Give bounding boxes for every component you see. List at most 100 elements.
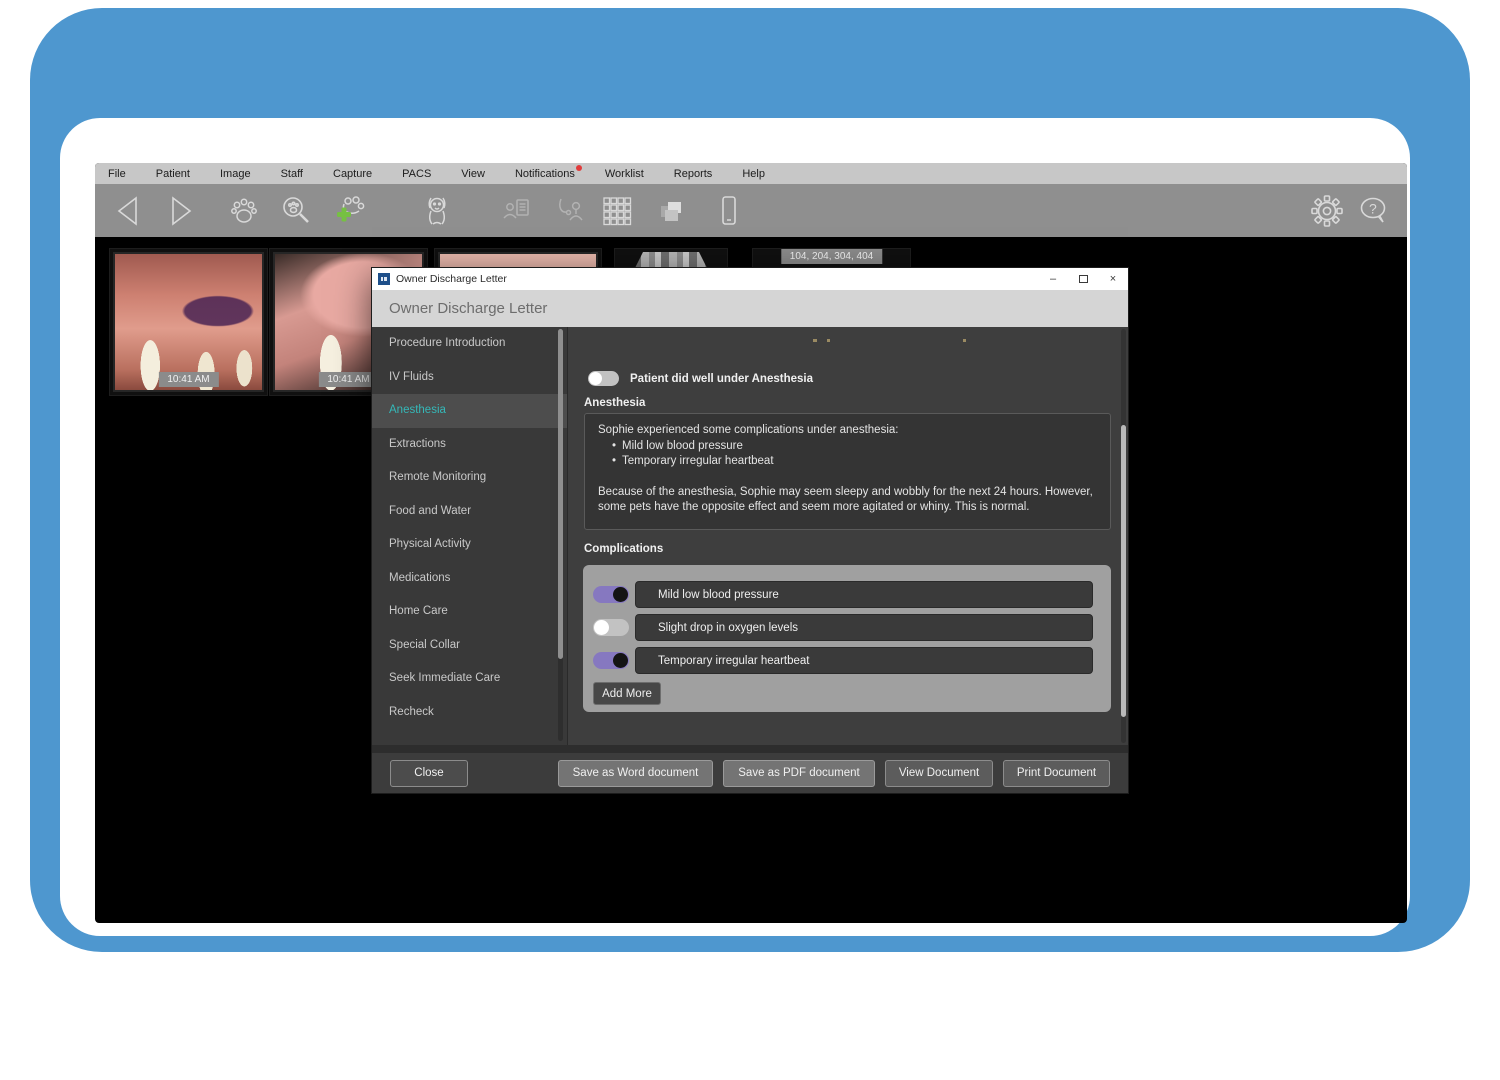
complication-toggle-1[interactable] bbox=[593, 586, 629, 603]
bullet-marker: • bbox=[612, 439, 616, 455]
window-controls: – × bbox=[1038, 268, 1128, 290]
minimize-icon[interactable]: – bbox=[1038, 268, 1068, 290]
sidebar-item-special-collar[interactable]: Special Collar bbox=[372, 629, 567, 663]
dialog-footer: Close Save as Word document Save as PDF … bbox=[372, 745, 1128, 793]
sidebar-item-procedure-introduction[interactable]: Procedure Introduction bbox=[372, 327, 567, 361]
notification-badge-dot bbox=[576, 165, 582, 171]
print-document-button[interactable]: Print Document bbox=[1003, 760, 1110, 787]
note-bullets: • Mild low blood pressure • Temporary irre… bbox=[612, 439, 1097, 470]
complication-row: Mild low blood pressure bbox=[593, 581, 1101, 608]
complication-toggle-2[interactable] bbox=[593, 619, 629, 636]
dialog-header-title: Owner Discharge Letter bbox=[372, 290, 1128, 327]
menu-item-pacs[interactable]: PACS bbox=[402, 168, 431, 180]
screenshot-stage: File Patient Image Staff Capture PACS Vi… bbox=[0, 0, 1500, 1080]
menu-item-help[interactable]: Help bbox=[742, 168, 765, 180]
menu-item-view[interactable]: View bbox=[461, 168, 485, 180]
mobile-phone-icon[interactable] bbox=[712, 194, 746, 228]
menu-item-notifications[interactable]: Notifications bbox=[515, 168, 575, 180]
toggle-knob bbox=[589, 372, 602, 385]
note-intro: Sophie experienced some complications un… bbox=[598, 423, 1097, 439]
menu-item-pacs-capture[interactable]: Capture bbox=[333, 168, 372, 180]
note-paragraph: Because of the anesthesia, Sophie may se… bbox=[598, 485, 1097, 516]
search-paw-icon[interactable] bbox=[280, 194, 314, 228]
save-pdf-button[interactable]: Save as PDF document bbox=[723, 760, 875, 787]
toggle-knob bbox=[613, 653, 628, 668]
sidebar-scrollbar[interactable] bbox=[558, 329, 563, 741]
maximize-icon[interactable] bbox=[1068, 268, 1098, 290]
sidebar-item-medications[interactable]: Medications bbox=[372, 562, 567, 596]
close-icon[interactable]: × bbox=[1098, 268, 1128, 290]
view-document-button[interactable]: View Document bbox=[885, 760, 993, 787]
sidebar-scrollbar-thumb[interactable] bbox=[558, 329, 563, 659]
toolbar: ? bbox=[95, 184, 1407, 237]
grid-layout-icon[interactable] bbox=[600, 194, 634, 228]
menu-item-image[interactable]: Image bbox=[220, 168, 251, 180]
complication-field-3[interactable]: Temporary irregular heartbeat bbox=[635, 647, 1093, 674]
dialog-sidebar: Procedure Introduction IV Fluids Anesthe… bbox=[372, 327, 568, 745]
staff-record-icon[interactable] bbox=[500, 194, 534, 228]
sidebar-item-iv-fluids[interactable]: IV Fluids bbox=[372, 361, 567, 395]
svg-text:?: ? bbox=[1369, 201, 1377, 217]
dialog-title: Owner Discharge Letter bbox=[396, 273, 507, 285]
dental-photo-sutures bbox=[113, 252, 264, 392]
clipped-scrolled-text bbox=[813, 339, 973, 343]
complication-field-2[interactable]: Slight drop in oxygen levels bbox=[635, 614, 1093, 641]
sidebar-item-seek-immediate-care[interactable]: Seek Immediate Care bbox=[372, 662, 567, 696]
content-scrollbar[interactable] bbox=[1121, 329, 1126, 743]
menu-item-patient[interactable]: Patient bbox=[156, 168, 190, 180]
menu-item-notifications-label: Notifications bbox=[515, 168, 575, 180]
note-bullet-1: Mild low blood pressure bbox=[622, 439, 743, 455]
toggle-knob bbox=[594, 620, 609, 635]
complications-label: Complications bbox=[584, 543, 663, 555]
sidebar-item-food-and-water[interactable]: Food and Water bbox=[372, 495, 567, 529]
menu-item-reports[interactable]: Reports bbox=[674, 168, 713, 180]
complication-field-1[interactable]: Mild low blood pressure bbox=[635, 581, 1093, 608]
menu-item-staff[interactable]: Staff bbox=[281, 168, 303, 180]
exam-stethoscope-icon[interactable] bbox=[553, 194, 587, 228]
anesthesia-label: Anesthesia bbox=[584, 397, 645, 409]
patient-well-toggle-row: Patient did well under Anesthesia bbox=[588, 371, 813, 386]
forward-icon[interactable] bbox=[163, 194, 197, 228]
anesthesia-note-textarea[interactable]: Sophie experienced some complications un… bbox=[584, 413, 1111, 530]
settings-gear-icon[interactable] bbox=[1310, 194, 1344, 228]
sidebar-item-remote-monitoring[interactable]: Remote Monitoring bbox=[372, 461, 567, 495]
dialog-titlebar[interactable]: Owner Discharge Letter – × bbox=[372, 268, 1128, 290]
sidebar-item-home-care[interactable]: Home Care bbox=[372, 595, 567, 629]
sidebar-item-physical-activity[interactable]: Physical Activity bbox=[372, 528, 567, 562]
thumbnail-time-label: 10:41 AM bbox=[318, 372, 378, 387]
thumbnail-time-label: 10:41 AM bbox=[158, 372, 218, 387]
dialog-body: Procedure Introduction IV Fluids Anesthe… bbox=[372, 327, 1128, 745]
thumbnail-sutured-gum[interactable]: 10:41 AM bbox=[110, 249, 267, 395]
paw-icon[interactable] bbox=[227, 194, 261, 228]
save-word-button[interactable]: Save as Word document bbox=[558, 760, 713, 787]
sidebar-item-recheck[interactable]: Recheck bbox=[372, 696, 567, 730]
content-scrollbar-thumb[interactable] bbox=[1121, 425, 1126, 717]
vet-imaging-app-window: File Patient Image Staff Capture PACS Vi… bbox=[95, 163, 1407, 923]
toggle-knob bbox=[613, 587, 628, 602]
complications-panel: Mild low blood pressure Slight drop in o… bbox=[583, 565, 1111, 712]
complication-row: Slight drop in oxygen levels bbox=[593, 614, 1101, 641]
sidebar-item-anesthesia[interactable]: Anesthesia bbox=[372, 394, 567, 428]
note-bullet-2: Temporary irregular heartbeat bbox=[622, 454, 774, 470]
menu-item-worklist[interactable]: Worklist bbox=[605, 168, 644, 180]
patient-well-toggle-label: Patient did well under Anesthesia bbox=[630, 373, 813, 385]
image-stack-icon[interactable] bbox=[655, 194, 689, 228]
menu-item-file[interactable]: File bbox=[108, 168, 126, 180]
bullet-marker: • bbox=[612, 454, 616, 470]
sidebar-item-extractions[interactable]: Extractions bbox=[372, 428, 567, 462]
anesthesia-section-content: Patient did well under Anesthesia Anesth… bbox=[568, 327, 1128, 745]
add-patient-paw-icon[interactable] bbox=[333, 194, 367, 228]
back-icon[interactable] bbox=[112, 194, 146, 228]
footer-divider bbox=[372, 745, 1128, 753]
help-bubble-icon[interactable]: ? bbox=[1357, 194, 1391, 228]
thumbnail-teeth-label: 104, 204, 304, 404 bbox=[781, 249, 882, 264]
app-icon bbox=[378, 273, 390, 285]
complication-toggle-3[interactable] bbox=[593, 652, 629, 669]
patient-well-toggle[interactable] bbox=[588, 371, 619, 386]
add-more-button[interactable]: Add More bbox=[593, 682, 661, 705]
footer-buttons: Close Save as Word document Save as PDF … bbox=[372, 753, 1128, 793]
close-button[interactable]: Close bbox=[390, 760, 468, 787]
dog-icon[interactable] bbox=[420, 194, 454, 228]
complication-row: Temporary irregular heartbeat bbox=[593, 647, 1101, 674]
owner-discharge-letter-dialog: Owner Discharge Letter – × Owner Dischar… bbox=[372, 268, 1128, 793]
